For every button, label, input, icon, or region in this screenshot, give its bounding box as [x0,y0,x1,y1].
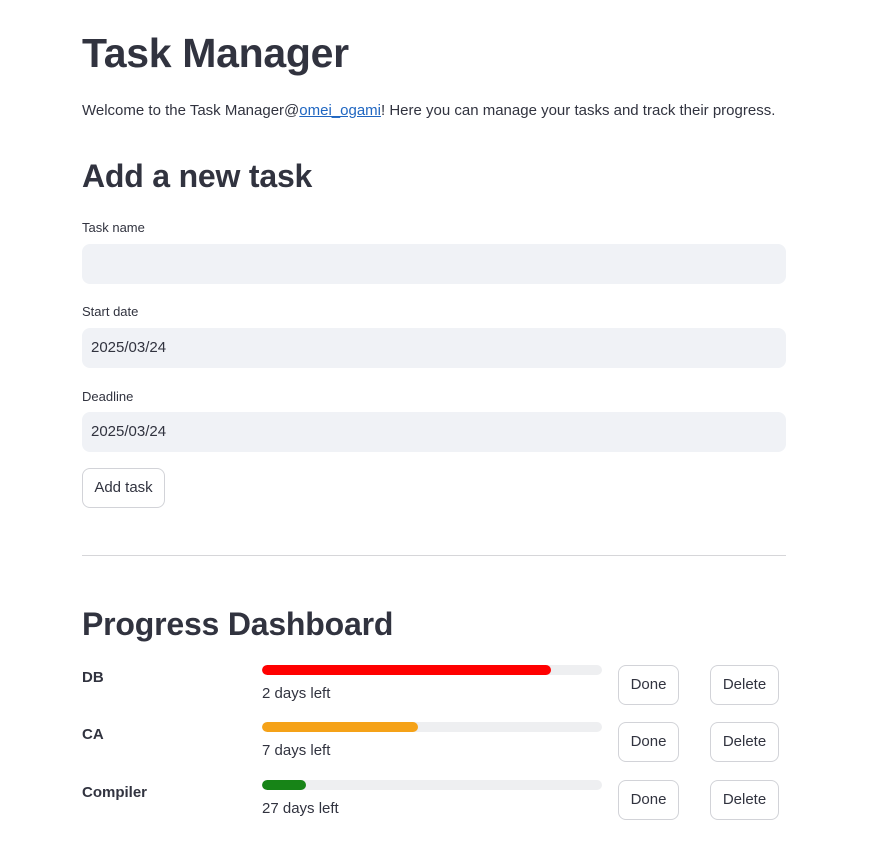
done-button[interactable]: Done [618,665,679,705]
page-title: Task Manager [82,30,349,76]
dashboard-heading: Progress Dashboard [82,606,394,642]
days-left: 2 days left [262,685,331,702]
start-date-label: Start date [82,304,139,319]
done-button[interactable]: Done [618,780,679,820]
delete-button[interactable]: Delete [710,780,779,820]
add-task-heading: Add a new task [82,158,313,194]
task-name-label: Task name [82,220,145,235]
add-task-button[interactable]: Add task [82,468,165,508]
delete-button[interactable]: Delete [710,665,779,705]
welcome-suffix: ! Here you can manage your tasks and tra… [381,102,776,119]
welcome-text: Welcome to the Task Manager@omei_ogami! … [82,102,775,119]
days-left: 7 days left [262,742,331,759]
task-name: DB [82,669,104,686]
progress-bar-fill [262,665,551,675]
done-button[interactable]: Done [618,722,679,762]
progress-bar [262,780,602,790]
task-name: Compiler [82,784,148,801]
username-link[interactable]: omei_ogami [299,102,381,119]
progress-bar-fill [262,722,419,732]
start-date-input[interactable]: 2025/03/24 [82,328,786,368]
section-divider [82,555,786,556]
deadline-label: Deadline [82,389,134,404]
progress-bar [262,665,602,675]
progress-bar-fill [262,780,307,790]
page: Task Manager Welcome to the Task Manager… [0,0,886,859]
progress-bar [262,722,602,732]
deadline-input[interactable]: 2025/03/24 [82,412,786,452]
days-left: 27 days left [262,800,339,817]
welcome-prefix: Welcome to the Task Manager@ [82,102,300,119]
task-name-input[interactable] [82,244,786,284]
delete-button[interactable]: Delete [710,722,779,762]
task-name: CA [82,726,104,743]
